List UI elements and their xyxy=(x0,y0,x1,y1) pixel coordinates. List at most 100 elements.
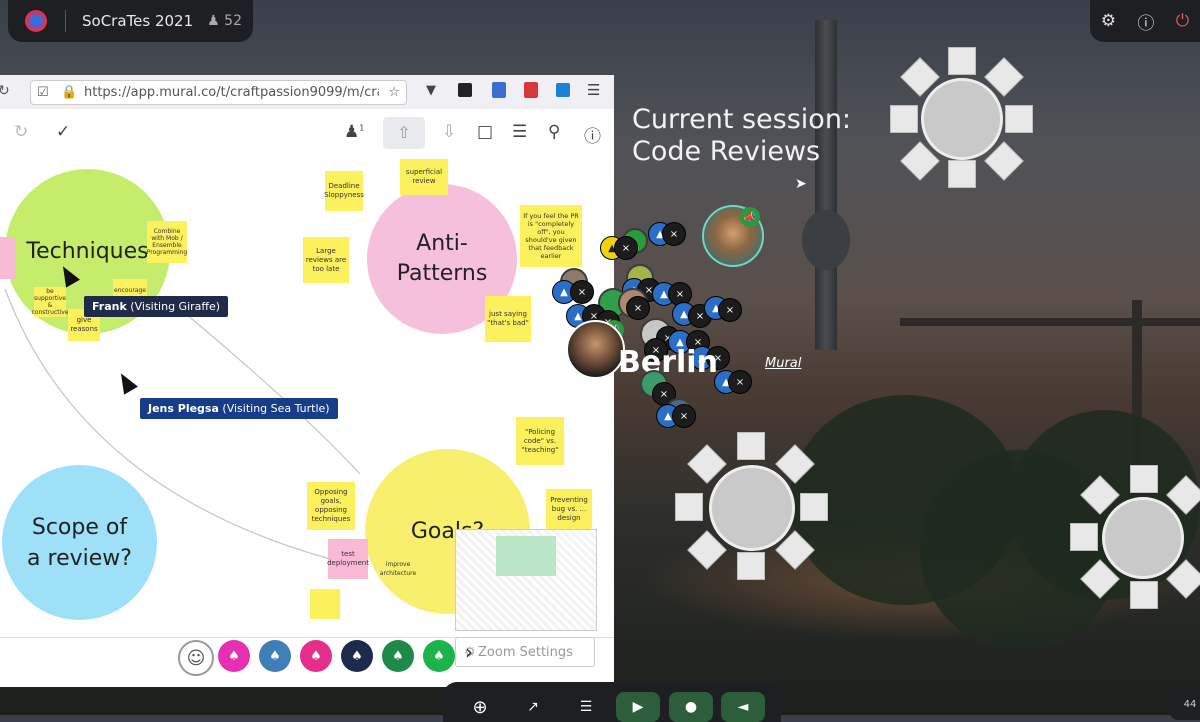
extension-icon[interactable] xyxy=(524,82,538,98)
sticky-note[interactable]: "Policing code" vs. "teaching" xyxy=(516,417,564,465)
table-top[interactable] xyxy=(1102,497,1184,579)
smiley-icon[interactable]: ☺ xyxy=(178,640,214,676)
mural-link[interactable]: Mural xyxy=(765,356,801,371)
round-table[interactable] xyxy=(888,45,1036,193)
call-controls: ⊕ ↗ ☰ ▶ ● ◄ xyxy=(443,682,781,722)
cursor-visit: (Visiting Sea Turtle) xyxy=(218,402,330,415)
session-line2: Code Reviews xyxy=(632,136,821,167)
sticky-note[interactable]: Deadline Sloppyness xyxy=(324,171,364,211)
mic-muted-icon: × xyxy=(728,370,752,394)
sticky-note[interactable] xyxy=(0,237,16,279)
share-button[interactable]: ⇧ xyxy=(383,117,425,149)
event-logo[interactable] xyxy=(25,10,47,32)
mic-muted-icon: × xyxy=(672,404,696,428)
shield-icon: ☑ xyxy=(37,85,49,100)
add-icon[interactable]: ⊕ xyxy=(458,692,502,722)
outline-icon[interactable]: ☰ xyxy=(512,122,527,142)
lock-icon: 🔒 xyxy=(61,85,78,100)
table-top[interactable] xyxy=(921,78,1003,160)
help-icon[interactable]: ⓘ xyxy=(1137,9,1154,34)
chair[interactable] xyxy=(737,552,765,580)
crane-arm xyxy=(900,318,1200,326)
sticky-note[interactable]: superficial review xyxy=(400,159,448,195)
check-circle-icon[interactable]: ✓ xyxy=(56,122,70,142)
shared-browser-window: ↻ ☑ 🔒 https://app.mural.co/t/craftpassio… xyxy=(0,75,614,687)
url-bar[interactable]: ☑ 🔒 https://app.mural.co/t/craftpassion9… xyxy=(30,80,407,105)
chair[interactable] xyxy=(675,493,703,521)
chevron-right-icon[interactable]: › xyxy=(465,640,473,664)
megaphone-icon[interactable]: ◄ xyxy=(721,692,765,722)
megaphone-icon: 📣 xyxy=(740,207,760,227)
cursor-name: Jens Plegsa xyxy=(148,402,219,415)
round-table[interactable] xyxy=(673,430,833,585)
camera-icon[interactable]: ▶ xyxy=(616,692,660,722)
mural-canvas[interactable]: Techniques Anti- Patterns Scope of a rev… xyxy=(0,159,614,637)
page-number: 44 xyxy=(1170,690,1200,720)
pocket-icon[interactable]: ▼ xyxy=(426,83,436,98)
chair[interactable] xyxy=(737,432,765,460)
microphone-icon[interactable]: ● xyxy=(669,692,713,722)
extension-icon[interactable] xyxy=(556,83,570,97)
sticky-note[interactable]: test deployment xyxy=(327,539,369,579)
sticky-note[interactable] xyxy=(310,589,340,619)
table-top[interactable] xyxy=(709,465,795,551)
share-screen-icon[interactable]: ↗ xyxy=(511,692,555,722)
animal-avatar-ram[interactable]: ♠ xyxy=(218,640,250,672)
mic-muted-icon: × xyxy=(614,236,638,260)
participant-video[interactable] xyxy=(566,320,625,379)
sticky-note[interactable]: If you feel the PR is "completely off", … xyxy=(520,205,582,267)
tv-tower-sphere xyxy=(802,210,850,270)
reload-icon[interactable]: ↻ xyxy=(0,83,10,99)
chair[interactable] xyxy=(948,47,976,75)
minimap-viewport[interactable] xyxy=(496,536,556,576)
room-name: Berlin xyxy=(618,345,718,380)
hamburger-menu-icon[interactable]: ☰ xyxy=(587,81,600,99)
participant-count[interactable]: ♟ 52 xyxy=(207,13,242,29)
chair[interactable] xyxy=(948,160,976,188)
help-circle-icon[interactable]: ⓘ xyxy=(584,122,601,147)
animal-avatar-moose[interactable]: ♠ xyxy=(341,640,373,672)
gear-icon[interactable]: ⚙ xyxy=(1101,11,1116,31)
animal-avatar-koala[interactable]: ♠ xyxy=(382,640,414,672)
chair[interactable] xyxy=(1070,523,1098,551)
sticky-note[interactable]: be supportive & constructive xyxy=(31,287,69,317)
url-text: https://app.mural.co/t/craftpassion9099/… xyxy=(84,85,379,100)
participant-number: 52 xyxy=(224,13,242,29)
zoom-settings[interactable]: ⚙ Zoom Settings xyxy=(455,637,595,667)
cursor-label-frank: Frank (Visiting Giraffe) xyxy=(84,296,229,317)
divider xyxy=(65,10,66,32)
collaborators-icon[interactable]: ♟1 xyxy=(344,122,364,142)
search-icon[interactable]: ⚲ xyxy=(548,122,560,142)
sticky-note[interactable]: Combine with Mob / Ensemble Programming xyxy=(147,221,187,263)
extension-icon[interactable] xyxy=(458,83,472,97)
download-icon[interactable]: ⇩ xyxy=(442,122,456,142)
session-line1: Current session: xyxy=(632,104,852,135)
extension-icon[interactable] xyxy=(492,82,506,98)
comment-icon[interactable]: □ xyxy=(477,122,493,142)
sticky-note[interactable]: Preventing bug vs. ... design xyxy=(546,489,592,529)
sticky-note[interactable]: Large reviews are too late xyxy=(303,237,349,283)
chair[interactable] xyxy=(890,105,918,133)
person-icon: ♟ xyxy=(207,13,220,29)
sticky-note[interactable]: Opposing goals, opposing techniques xyxy=(307,482,355,530)
animal-avatar-giraffe[interactable]: ♠ xyxy=(300,640,332,672)
circle-scope[interactable]: Scope of a review? xyxy=(2,465,157,620)
redo-icon[interactable]: ↻ xyxy=(14,122,28,142)
sticky-note[interactable]: improve architecture xyxy=(380,557,416,581)
circle-label: Anti- Patterns xyxy=(396,231,488,286)
round-table[interactable] xyxy=(1068,463,1200,613)
chair[interactable] xyxy=(1130,465,1158,493)
browser-toolbar: ↻ ☑ 🔒 https://app.mural.co/t/craftpassio… xyxy=(0,75,614,110)
sticky-note[interactable]: just saying "that's bad" xyxy=(485,296,531,342)
chair[interactable] xyxy=(800,493,828,521)
chair[interactable] xyxy=(1130,581,1158,609)
power-icon[interactable]: ⏻ xyxy=(1176,11,1189,31)
event-title: SoCraTes 2021 xyxy=(82,12,194,30)
bookmark-star-icon[interactable]: ☆ xyxy=(388,81,400,104)
animal-avatar-turtle[interactable]: ♠ xyxy=(423,640,455,672)
minimap[interactable] xyxy=(455,529,597,631)
animal-avatar-goat[interactable]: ♠ xyxy=(259,640,291,672)
chair[interactable] xyxy=(1005,105,1033,133)
circle-label: Scope of a review? xyxy=(27,514,132,571)
chat-icon[interactable]: ☰ xyxy=(564,692,608,722)
